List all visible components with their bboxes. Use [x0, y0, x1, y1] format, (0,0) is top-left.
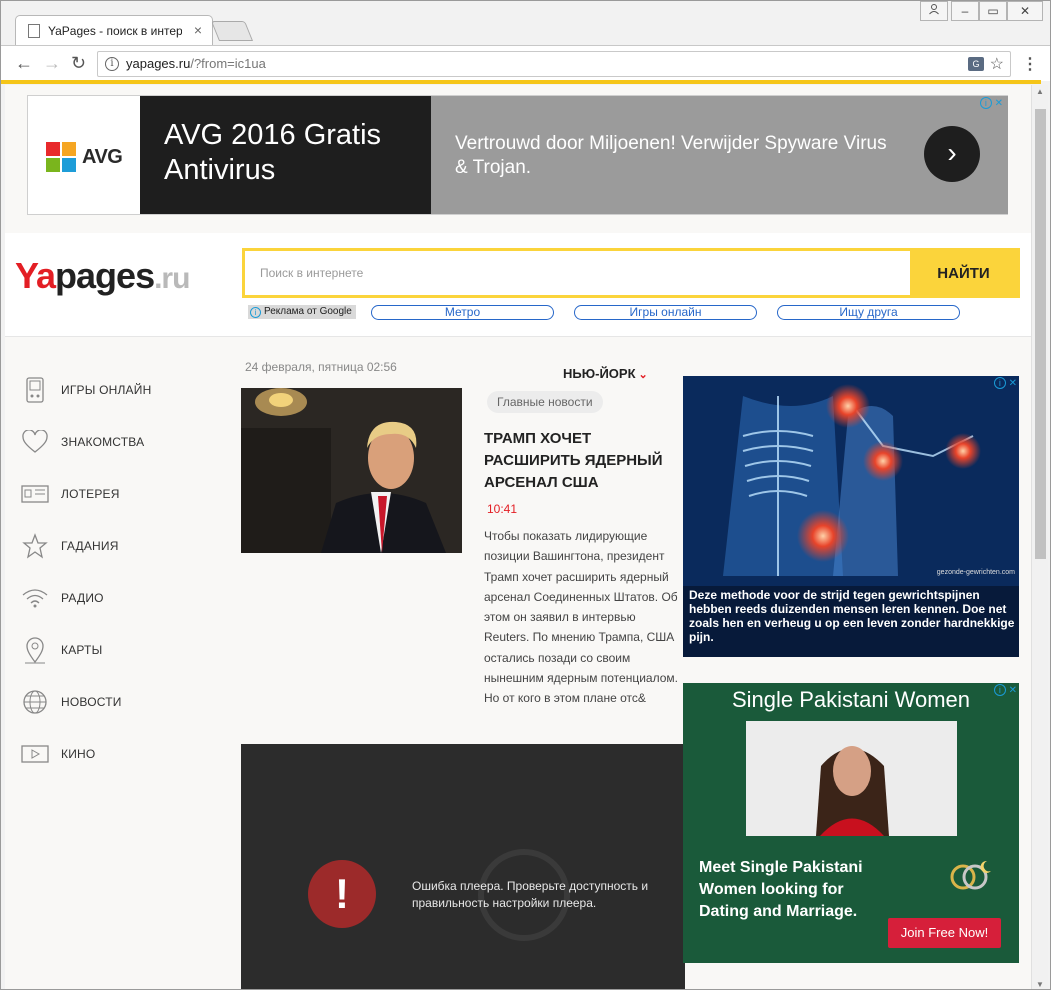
- page-viewport: AVG AVG 2016 Gratis Antivirus Vertrouwd …: [5, 85, 1031, 989]
- avg-description-panel: Vertrouwd door Miljoenen! Verwijder Spyw…: [431, 96, 1008, 214]
- tab-title: YaPages - поиск в интер: [48, 24, 182, 38]
- page-scrollbar[interactable]: ▲ ▼: [1031, 85, 1048, 989]
- ad-source: gezonde-gewrichten.com: [936, 569, 1015, 576]
- dating-ad-photo: [746, 721, 957, 836]
- back-arrow-icon[interactable]: ←: [15, 54, 33, 72]
- browser-window: YaPages - поиск в интер × – ▭ ✕ ← → ↻ i …: [0, 0, 1051, 990]
- player-error-message: Ошибка плеера. Проверьте доступность и п…: [412, 879, 649, 910]
- skeleton-ad-image: [683, 376, 1019, 586]
- scrollbar-thumb[interactable]: [1035, 109, 1046, 559]
- avg-logo: AVG: [46, 142, 123, 172]
- avg-headline: AVG 2016 Gratis Antivirus: [164, 119, 382, 186]
- bookmark-star-icon[interactable]: ☆: [990, 54, 1004, 74]
- page-favicon-icon: [28, 24, 40, 38]
- new-tab-button[interactable]: [210, 21, 254, 41]
- forward-arrow-icon[interactable]: →: [43, 54, 61, 72]
- dating-ad-title: Single Pakistani Women: [731, 687, 971, 712]
- browser-toolbar: ← → ↻ i yapages.ru/?from=ic1ua G ☆ ⋮: [1, 45, 1050, 81]
- sidebar-item-dating[interactable]: ЗНАКОМСТВА: [21, 426, 221, 458]
- address-bar[interactable]: i yapages.ru/?from=ic1ua G ☆: [97, 51, 1011, 77]
- current-date: 24 февраля, пятница 02:56: [245, 360, 397, 374]
- adchoices-icon[interactable]: i ✕: [979, 97, 1003, 109]
- reload-icon[interactable]: ↻: [71, 54, 86, 72]
- sidebar-item-news[interactable]: НОВОСТИ: [21, 686, 221, 718]
- avg-logo-icon: [46, 142, 76, 172]
- translate-icon[interactable]: G: [968, 57, 984, 71]
- dating-ad[interactable]: Single Pakistani Women Meet Single Pakis…: [683, 683, 1019, 963]
- news-headline[interactable]: ТРАМП ХОЧЕТ РАСШИРИТЬ ЯДЕРНЫЙ АРСЕНАЛ СШ…: [484, 428, 684, 494]
- news-body: Чтобы показать лидирующие позиции Вашинг…: [484, 529, 678, 706]
- heart-icon: [21, 428, 49, 456]
- avg-banner-ad[interactable]: AVG AVG 2016 Gratis Antivirus Vertrouwd …: [27, 95, 1008, 215]
- sidebar-item-label: НОВОСТИ: [61, 695, 122, 709]
- window-close-button[interactable]: ✕: [1007, 1, 1043, 21]
- profile-icon[interactable]: [920, 1, 948, 21]
- search-button[interactable]: НАЙТИ: [910, 251, 1017, 295]
- quick-link-metro[interactable]: Метро: [371, 305, 554, 320]
- sidebar-item-label: КАРТЫ: [61, 643, 103, 657]
- maximize-button[interactable]: ▭: [979, 1, 1007, 21]
- sidebar-item-cinema[interactable]: КИНО: [21, 738, 221, 770]
- star-icon: [21, 532, 49, 560]
- scroll-down-icon[interactable]: ▼: [1036, 980, 1044, 989]
- site-header: Yapages.ru НАЙТИ iРеклама от Google Метр…: [5, 233, 1031, 337]
- browser-menu-icon[interactable]: ⋮: [1022, 54, 1038, 74]
- city-selector[interactable]: НЬЮ-ЙОРК ⌄: [563, 366, 648, 381]
- avg-brand: AVG: [82, 145, 123, 168]
- quick-link-games[interactable]: Игры онлайн: [574, 305, 757, 320]
- search-box: НАЙТИ: [242, 248, 1020, 298]
- avg-logo-area: AVG: [28, 96, 140, 214]
- sidebar-item-label: ЗНАКОМСТВА: [61, 435, 145, 449]
- ad-caption: Deze methode voor de strijd tegen gewric…: [689, 588, 1015, 644]
- ticket-icon: [21, 480, 49, 508]
- news-category-tag[interactable]: Главные новости: [487, 391, 603, 413]
- tab-close-button[interactable]: ×: [194, 22, 202, 38]
- site-info-icon[interactable]: i: [105, 57, 119, 71]
- yapages-logo[interactable]: Yapages.ru: [15, 255, 190, 297]
- sidebar-nav: ИГРЫ ОНЛАЙН ЗНАКОМСТВА ЛОТЕРЕЯ ГАДАНИЯ Р…: [5, 338, 229, 989]
- info-icon: i: [250, 306, 261, 318]
- sidebar-item-maps[interactable]: КАРТЫ: [21, 634, 221, 666]
- chevron-right-icon[interactable]: ›: [924, 126, 980, 182]
- error-icon: !: [308, 860, 376, 928]
- chevron-down-icon: ⌄: [638, 369, 648, 381]
- search-input[interactable]: [245, 251, 913, 295]
- avg-description: Vertrouwd door Miljoenen! Verwijder Spyw…: [455, 133, 887, 178]
- browser-tab[interactable]: YaPages - поиск в интер ×: [15, 15, 213, 45]
- sidebar-item-label: РАДИО: [61, 591, 104, 605]
- scroll-up-icon[interactable]: ▲: [1036, 87, 1044, 96]
- minimize-button[interactable]: –: [951, 1, 979, 21]
- play-icon: [21, 740, 49, 768]
- sidebar-item-label: ИГРЫ ОНЛАЙН: [61, 383, 152, 397]
- globe-icon: [21, 688, 49, 716]
- map-pin-icon: [21, 636, 49, 664]
- gamepad-icon: [21, 376, 49, 404]
- video-player[interactable]: ! Ошибка плеера. Проверьте доступность и…: [241, 744, 685, 989]
- quick-link-friend[interactable]: Ищу друга: [777, 305, 960, 320]
- sidebar-item-label: КИНО: [61, 747, 96, 761]
- page-load-bar: [1, 80, 1041, 84]
- google-ad-label[interactable]: i Реклама от Google: [248, 305, 356, 319]
- sidebar-item-radio[interactable]: РАДИО: [21, 582, 221, 614]
- sidebar-item-games[interactable]: ИГРЫ ОНЛАЙН: [21, 374, 221, 406]
- wifi-icon: [21, 584, 49, 612]
- adchoices-icon[interactable]: i ✕: [993, 377, 1017, 389]
- adchoices-icon[interactable]: i ✕: [993, 684, 1017, 696]
- sidebar-item-lottery[interactable]: ЛОТЕРЕЯ: [21, 478, 221, 510]
- rings-icon: [950, 860, 991, 890]
- dating-ad-text: Meet Single Pakistani Women looking for …: [699, 859, 863, 920]
- avg-headline-panel: AVG 2016 Gratis Antivirus: [140, 96, 431, 214]
- tab-strip: YaPages - поиск в интер × – ▭ ✕: [1, 1, 1050, 45]
- sidebar-item-fortune[interactable]: ГАДАНИЯ: [21, 530, 221, 562]
- url-text[interactable]: yapages.ru/?from=ic1ua: [126, 56, 266, 71]
- news-photo[interactable]: [241, 388, 462, 553]
- joint-pain-ad[interactable]: gezonde-gewrichten.com Deze methode voor…: [683, 376, 1019, 657]
- join-free-button[interactable]: Join Free Now!: [888, 918, 1001, 948]
- news-time: 10:41: [487, 502, 518, 516]
- sidebar-item-label: ЛОТЕРЕЯ: [61, 487, 120, 501]
- sidebar-item-label: ГАДАНИЯ: [61, 539, 119, 553]
